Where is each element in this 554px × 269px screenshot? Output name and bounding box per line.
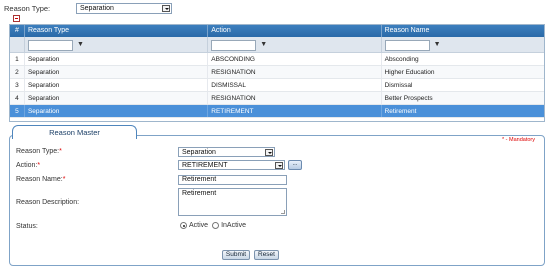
row-reason-name: Dismissal [384,82,413,89]
row-reason-name: Absconding [384,56,419,63]
row-action: RESIGNATION [208,92,382,104]
action-label: Action:* [16,162,40,169]
required-marker: * [37,162,41,169]
row-reason-type: Separation [25,66,209,78]
reason-type-filter-value: Separation [80,4,114,12]
reason-type-select-value: Separation [182,149,216,156]
reason-name-input[interactable]: Retirement [178,175,287,185]
reason-type-select[interactable]: Separation [178,147,275,157]
resize-handle-icon[interactable] [281,210,285,214]
action-select[interactable]: RETIREMENT [178,160,285,170]
required-marker: * [59,148,62,155]
grid-header-row: # Reason Type Action Reason Name [10,25,544,37]
table-row-selected[interactable]: 5 Separation RETIREMENT Retirement [10,105,544,118]
action-lookup-button[interactable]: ... [288,160,302,170]
filter-icon[interactable]: ▼ [260,41,267,48]
row-action: RESIGNATION [208,66,382,78]
dropdown-arrow-icon[interactable] [275,162,283,169]
row-reason-name: Better Prospects [384,95,433,102]
required-marker: * [62,176,66,183]
action-select-value: RETIREMENT [182,162,228,169]
submit-button[interactable]: Submit [222,250,250,260]
reason-master-title: Reason Master [12,125,137,139]
column-header-reason-type[interactable]: Reason Type [25,25,209,37]
column-header-number[interactable]: # [10,25,25,37]
action-filter-input[interactable] [211,40,257,51]
table-row[interactable]: 3 Separation DISMISSAL Dismissal [10,79,544,92]
row-reason-type: Separation [25,79,209,91]
status-inactive-label[interactable]: InActive [221,222,246,229]
reason-type-filter-input[interactable] [27,40,73,51]
reason-name-label: Reason Name:* [16,176,65,183]
row-action: ABSCONDING [208,53,382,65]
dropdown-arrow-icon[interactable] [265,149,273,156]
table-row[interactable]: 2 Separation RESIGNATION Higher Educatio… [10,66,544,79]
row-action: RETIREMENT [208,105,382,117]
collapse-grid-icon[interactable] [13,15,20,22]
table-row[interactable]: 1 Separation ABSCONDING Absconding [10,53,544,66]
filter-cell-number [10,37,25,52]
row-reason-type: Separation [25,53,209,65]
reason-description-label: Reason Description: [16,199,80,206]
filter-icon[interactable]: ▼ [434,41,441,48]
reason-type-filter: Reason Type: Separation [4,2,172,14]
reason-type-label-text: Reason Type: [16,148,60,155]
table-row[interactable]: 4 Separation RESIGNATION Better Prospect… [10,92,544,105]
reason-name-filter-input[interactable] [384,40,430,51]
reason-type-filter-label: Reason Type: [4,3,51,13]
reason-type-label: Reason Type:* [16,148,62,155]
row-reason-name: Higher Education [384,69,435,76]
filter-cell-reason-name: ▼ [382,37,544,52]
row-reason-name: Retirement [384,108,417,115]
reason-name-label-text: Reason Name: [16,176,63,183]
row-reason-type: Separation [25,105,209,117]
reason-description-textarea[interactable]: Retirement [178,188,287,216]
row-number: 3 [10,79,25,91]
row-number: 1 [10,53,25,65]
filter-icon[interactable]: ▼ [77,41,84,48]
filter-cell-action: ▼ [208,37,382,52]
reason-type-filter-select[interactable]: Separation [76,2,172,14]
action-label-text: Action: [16,162,38,169]
row-number: 5 [10,105,25,117]
status-radio-group: Active InActive [180,222,250,229]
filter-cell-reason-type: ▼ [25,37,209,52]
reset-button[interactable]: Reset [254,250,279,260]
column-header-action[interactable]: Action [208,25,382,37]
reason-description-value: Retirement [182,190,217,197]
mandatory-note: * - Mandatory [502,137,536,143]
grid-filter-row: ▼ ▼ ▼ [10,37,544,53]
status-active-radio[interactable] [180,222,187,229]
status-active-label[interactable]: Active [189,222,208,229]
status-inactive-radio[interactable] [212,222,220,229]
dropdown-arrow-icon[interactable] [162,4,170,12]
row-number: 2 [10,66,25,78]
status-label: Status: [16,223,38,230]
column-header-reason-name[interactable]: Reason Name [382,25,544,37]
row-action: DISMISSAL [208,79,382,91]
reasons-grid: # Reason Type Action Reason Name ▼ ▼ ▼ 1… [9,24,545,122]
row-reason-type: Separation [25,92,209,104]
row-number: 4 [10,92,25,104]
